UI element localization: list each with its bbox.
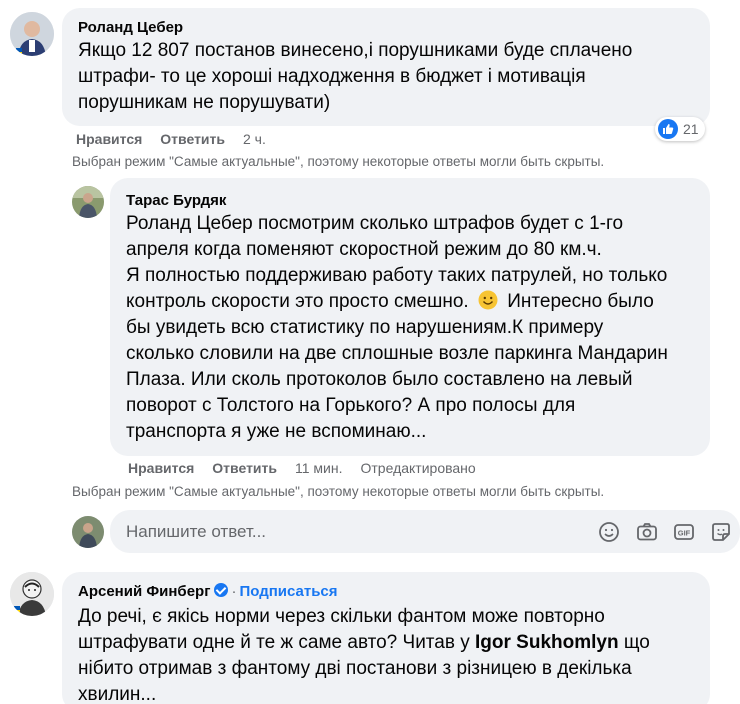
comment-line: Я полностью поддерживаю работу таких пат… [126, 265, 668, 286]
comment-author[interactable]: Тарас Бурдяк [126, 192, 226, 209]
comment-line: штрафи- то це хороші надходження в бюдже… [78, 66, 586, 87]
comment-line: поворот с Толстого на Горького? А про по… [126, 395, 576, 416]
comment-line: контроль скорости это просто смешно. Инт… [126, 290, 654, 312]
comment-line: Якщо 12 807 постанов винесено,і порушник… [78, 40, 633, 61]
comment-line: Плаза. Или сколь протоколов было составл… [126, 369, 633, 390]
filter-note: Выбран режим "Самые актуальные", поэтому… [72, 154, 605, 169]
comment-line: До речі, є якісь норми через скільки фан… [78, 606, 605, 627]
comment-bubble: Арсений Финберг · Подписаться До речі, є я… [62, 572, 710, 704]
comment-text: Роланд Цебер посмотрим сколько штрафов б… [126, 211, 706, 445]
comment-line: апреля когда поменяют скоростной режим д… [126, 239, 602, 260]
svg-text:GIF: GIF [678, 529, 691, 538]
timestamp[interactable]: 2 ч. [243, 131, 266, 147]
reply-button[interactable]: Ответить [212, 460, 277, 476]
avatar[interactable] [10, 572, 54, 616]
edited-label[interactable]: Отредактировано [361, 460, 476, 476]
reply-actions: Нравится Ответить 11 мин. Отредактирован… [128, 460, 476, 476]
comment-header: Арсений Финберг · Подписаться [78, 583, 338, 601]
reply-input[interactable] [126, 510, 566, 553]
comment-line: порушникам не порушувати) [78, 92, 331, 113]
comment-text: До речі, є якісь норми через скільки фан… [78, 604, 703, 704]
separator-dot: · [231, 583, 237, 600]
smiley-emoji-icon [478, 290, 498, 310]
avatar[interactable] [72, 186, 104, 218]
comment-line: Роланд Цебер посмотрим сколько штрафов б… [126, 213, 624, 234]
emoji-icon[interactable] [598, 521, 620, 543]
camera-icon[interactable] [636, 521, 658, 543]
follow-button[interactable]: Подписаться [239, 583, 337, 600]
comment-text: Якщо 12 807 постанов винесено,і порушник… [78, 38, 703, 116]
comment-author[interactable]: Роланд Цебер [78, 19, 183, 36]
comment-line: хвилин... [78, 684, 157, 704]
comment-author[interactable]: Арсений Финберг [78, 583, 210, 600]
reply-button[interactable]: Ответить [160, 131, 225, 147]
comment-line: сколько словили на две сплошные возле па… [126, 343, 668, 364]
like-icon [658, 119, 678, 139]
avatar[interactable] [10, 12, 54, 56]
verified-badge-icon [214, 583, 229, 597]
like-button[interactable]: Нравится [128, 460, 194, 476]
reaction-count[interactable]: 21 [655, 117, 705, 141]
mention-link[interactable]: Igor Sukhomlyn [475, 632, 619, 653]
comment-line: нібито отримав з фантому дві постанови з… [78, 658, 632, 679]
reply-box: GIF [110, 510, 740, 553]
comment-bubble: Роланд Цебер Якщо 12 807 постанов винесе… [62, 8, 710, 126]
reply-bubble: Тарас Бурдяк Роланд Цебер посмотрим скол… [110, 178, 710, 456]
timestamp[interactable]: 11 мин. [295, 460, 343, 476]
sticker-icon[interactable] [710, 521, 732, 543]
filter-note: Выбран режим "Самые актуальные", поэтому… [72, 484, 605, 499]
comment-actions: Нравится Ответить 2 ч. [76, 131, 266, 147]
comment-line: бы увидеть всю статистику по нарушениям.… [126, 317, 604, 338]
like-button[interactable]: Нравится [76, 131, 142, 147]
reaction-count-label: 21 [683, 121, 699, 137]
comment-line: транспорта я уже не вспоминаю... [126, 421, 427, 442]
avatar[interactable] [72, 516, 104, 548]
comment-line: штрафувати одне й те ж саме авто? Читав … [78, 632, 650, 653]
gif-icon[interactable]: GIF [673, 521, 695, 543]
